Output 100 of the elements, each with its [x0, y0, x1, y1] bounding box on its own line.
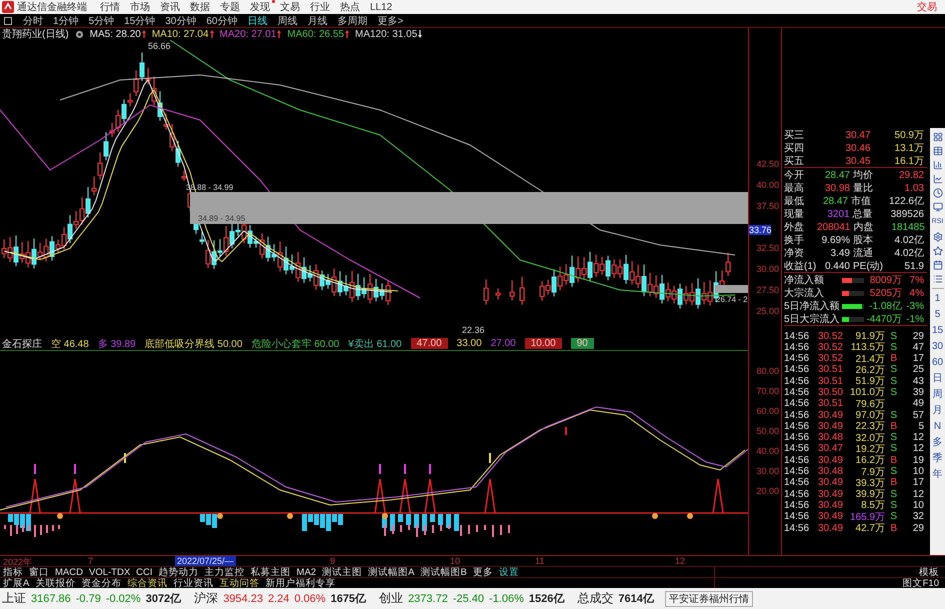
trade-button[interactable]: 交易	[917, 0, 945, 14]
stat-value: 3.49	[830, 248, 851, 258]
menu-item[interactable]: 文易	[275, 0, 305, 14]
clock-icon[interactable]	[932, 188, 942, 198]
period-button[interactable]: 30	[932, 341, 944, 353]
menu-item[interactable]: 专题	[215, 0, 245, 14]
calendar-icon[interactable]	[932, 260, 942, 270]
flow-value: 5205万	[868, 287, 903, 300]
bottom-tab[interactable]: 互动问答	[219, 576, 260, 590]
period-button[interactable]: 季	[932, 453, 942, 465]
period-tab[interactable]: 60分钟	[201, 14, 242, 28]
menu-item[interactable]: LL12	[365, 2, 398, 12]
stat-label: 量比	[853, 182, 874, 195]
bottom-tab[interactable]: MA2	[296, 566, 316, 578]
bottom-tab[interactable]: 综合资讯	[127, 576, 168, 590]
period-tab[interactable]: 日线	[242, 14, 272, 28]
menu-item[interactable]: 市场	[125, 0, 155, 14]
menu-item[interactable]: 热点	[335, 0, 365, 14]
trade-count: 17	[912, 477, 925, 488]
star-icon[interactable]	[932, 246, 942, 256]
bottom-tab[interactable]: 关联报价	[35, 576, 76, 590]
trade-time: 14:56	[784, 522, 810, 534]
bottom-tab[interactable]: 资金分布	[81, 576, 122, 590]
stat-label: 外盘	[784, 221, 805, 234]
moving-average-value: MA20: 27.01	[220, 28, 276, 40]
bar-chart-icon[interactable]	[932, 160, 942, 170]
axis-tick-label: 70.00	[756, 386, 779, 396]
flow-label: 净流入额	[784, 274, 825, 287]
cursor-date-label: 2022/07/25/—	[175, 556, 236, 566]
bottom-tab[interactable]: CCI	[136, 566, 153, 578]
menu-item[interactable]: 行业	[305, 0, 335, 14]
stat-value: 122.6亿	[888, 195, 925, 208]
table-icon[interactable]	[932, 146, 942, 156]
grid-icon[interactable]	[932, 132, 942, 142]
bottom-tab[interactable]: 扩展A	[3, 576, 30, 590]
axis-tick-label: 37.50	[756, 201, 779, 211]
trade-time: 14:56	[784, 443, 810, 454]
period-tab[interactable]: 分时	[18, 14, 48, 28]
broker-label[interactable]: 平安证券福州行情	[664, 590, 753, 606]
period-tab[interactable]: 1分钟	[48, 14, 84, 28]
trade-time: 14:56	[784, 330, 810, 342]
bottom-tab[interactable]: 主力监控	[204, 566, 245, 578]
period-tab[interactable]: 15分钟	[119, 14, 160, 28]
trade-time: 14:56	[784, 376, 810, 387]
line-chart-icon[interactable]	[932, 174, 942, 184]
stat-label: 换手	[784, 234, 805, 247]
index-value: 3167.86	[31, 592, 71, 604]
index-name: 创业	[379, 590, 404, 607]
period-button[interactable]: 月	[932, 405, 942, 417]
bottom-tab[interactable]: MACD	[55, 566, 83, 578]
period-tab[interactable]: 30分钟	[160, 14, 202, 28]
trade-time: 14:56	[784, 466, 810, 478]
menu-item[interactable]: 资讯	[155, 0, 185, 14]
period-button[interactable]: 多	[932, 437, 942, 449]
date-axis-label: 10	[450, 556, 460, 566]
trade-volume: 19.2万	[854, 442, 886, 456]
period-tab[interactable]: 多周期	[332, 14, 372, 28]
menu-item[interactable]: 发现	[245, 0, 275, 14]
trade-count: 12	[912, 488, 925, 500]
period-button[interactable]: 15	[932, 325, 944, 337]
settings-icon[interactable]	[932, 232, 942, 242]
bottom-tab[interactable]: 设置	[498, 566, 519, 578]
order-price: 30.46	[844, 142, 872, 154]
period-button[interactable]: 5	[934, 309, 940, 321]
bottom-tab[interactable]: 行业资讯	[173, 576, 214, 590]
bottom-tab[interactable]: 测试幅图A	[368, 566, 414, 578]
stat-label: 收益(1)	[784, 260, 817, 273]
bottom-tab[interactable]: 更多	[472, 566, 493, 578]
period-button[interactable]: 60	[932, 357, 944, 369]
period-tab[interactable]: 周线	[272, 14, 302, 28]
trade-side: S	[889, 410, 898, 421]
menu-item[interactable]: 数据	[185, 0, 215, 14]
bottom-tab[interactable]: 趋势动力	[158, 566, 199, 578]
period-tab[interactable]: 月线	[302, 14, 332, 28]
bottom-tab[interactable]: 测试幅图B	[420, 566, 467, 578]
period-tab[interactable]: 更多>	[372, 14, 408, 28]
bottom-tab[interactable]: 私募主图	[250, 566, 291, 578]
bottom-tab[interactable]: 图文F10	[902, 576, 945, 590]
monitor-icon[interactable]	[932, 202, 942, 212]
period-button[interactable]: N	[934, 421, 942, 433]
bottom-tab[interactable]: 新用户福利专享	[265, 576, 336, 590]
bottom-tab[interactable]: VOL-TDX	[88, 566, 130, 578]
moving-average-value: MA120: 31.05	[354, 28, 418, 40]
index-value: 2373.72	[408, 592, 448, 604]
trade-volume: 21.4万	[854, 352, 886, 366]
period-button[interactable]: 1	[934, 293, 940, 305]
trade-volume: 16.2万	[854, 454, 886, 468]
period-button[interactable]: 日	[932, 373, 942, 385]
square-icon[interactable]	[4, 16, 12, 24]
period-button[interactable]: 年	[932, 469, 942, 481]
bottom-tab[interactable]: 模板	[919, 566, 945, 578]
gear-icon[interactable]	[74, 30, 84, 38]
trade-count: 5	[917, 420, 925, 432]
stat-label: 最高	[784, 182, 805, 195]
period-button[interactable]: 周	[932, 389, 942, 401]
period-tab[interactable]: 5分钟	[84, 14, 120, 28]
menu-item[interactable]: 行情	[95, 0, 125, 14]
bottom-tab[interactable]: 指标	[3, 566, 23, 578]
bottom-tab[interactable]: 窗口	[29, 566, 49, 578]
bottom-tab[interactable]: 测试主图	[322, 566, 362, 578]
